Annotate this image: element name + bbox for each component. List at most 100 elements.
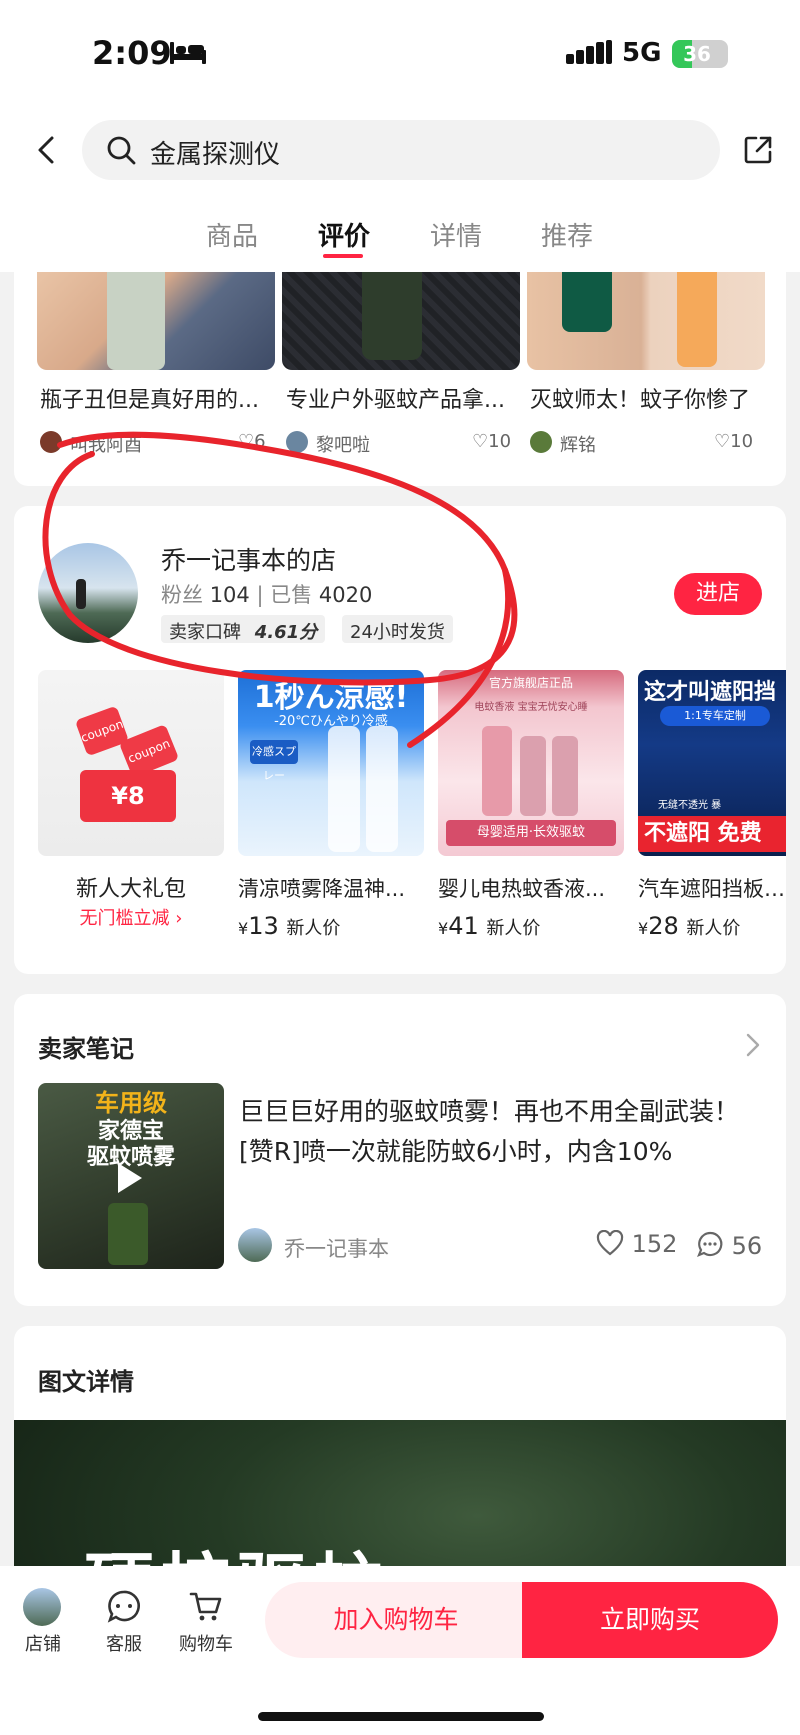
price-tag: 新人价: [686, 918, 741, 939]
home-indicator[interactable]: [258, 1712, 544, 1721]
product-bottle: [552, 736, 578, 816]
person-figure: [76, 579, 86, 609]
product-title-3[interactable]: 灭蚊师太！蚊子你惨了: [530, 382, 762, 414]
divider: |: [256, 583, 271, 607]
product-image-spray[interactable]: 1秒ん涼感! -20℃ひんやり冷感 冷感スプレー: [238, 670, 424, 856]
bottle-shape: [677, 272, 717, 367]
shop-label[interactable]: 店铺: [8, 1630, 78, 1656]
shop-product-title[interactable]: 汽车遮阳挡板防...: [638, 873, 786, 903]
banner-sub: 电蚊香液 宝宝无忧安心睡: [474, 702, 588, 713]
cart-icon: [189, 1592, 222, 1621]
shop-product-title[interactable]: 婴儿电热蚊香液...: [438, 873, 618, 903]
product-title-2[interactable]: 专业户外驱蚊产品拿...: [286, 382, 518, 414]
sold-count: 4020: [318, 583, 373, 607]
heart-icon: ♡: [238, 431, 255, 452]
network-type: 5G: [622, 38, 662, 68]
shop-product-title[interactable]: 清凉喷雾降温神...: [238, 873, 418, 903]
heart-icon: [596, 1229, 624, 1256]
shop-avatar-icon: [23, 1588, 61, 1626]
user-avatar: [530, 431, 552, 453]
tab-products[interactable]: 商品: [206, 216, 258, 253]
currency: ¥: [438, 919, 449, 938]
note-likes[interactable]: 152: [596, 1229, 678, 1258]
status-bar: 2:09 5G 36: [0, 0, 800, 100]
search-icon: [107, 136, 136, 165]
price-tag: 新人价: [286, 918, 341, 939]
product-likes-3: ♡10: [714, 431, 753, 452]
fans-label: 粉丝: [161, 583, 203, 607]
product-bottle: [520, 736, 546, 816]
enter-shop-button[interactable]: 进店: [674, 573, 762, 615]
chevron-right-icon: ›: [169, 908, 183, 929]
coupon-value: ¥8: [80, 770, 176, 822]
bottle-shape: [562, 272, 612, 332]
rating-tag: 卖家口碑 4.61分: [161, 615, 326, 643]
battery-percent: 36: [683, 42, 711, 66]
banner-small: 无缝不透光 暴: [658, 800, 722, 811]
note-author[interactable]: 乔一记事本: [284, 1233, 389, 1263]
spray-bottle: [328, 726, 360, 852]
tab-bar: 商品 评价 详情 推荐: [0, 208, 800, 268]
likes-count: 152: [631, 1230, 678, 1258]
shop-name[interactable]: 乔一记事本的店: [161, 541, 336, 577]
product-likes-1: ♡6: [238, 431, 266, 452]
chat-icon: [107, 1590, 140, 1623]
service-label[interactable]: 客服: [89, 1630, 159, 1656]
banner-bottom: 母婴适用·长效驱蚊: [446, 820, 616, 846]
bottle-shape: [107, 272, 165, 370]
product-image-mosquito-liquid[interactable]: 官方旗舰店正品 电蚊香液 宝宝无忧安心睡 母婴适用·长效驱蚊: [438, 670, 624, 856]
share-icon[interactable]: [742, 134, 774, 166]
comment-icon: [697, 1231, 723, 1257]
search-bar[interactable]: 金属探测仪: [82, 120, 720, 180]
sold-label: 已售: [270, 583, 313, 607]
coupon-tile[interactable]: coupon coupon ¥8: [38, 670, 224, 856]
gift-subtitle-text: 无门槛立减: [79, 908, 170, 929]
status-time: 2:09: [92, 34, 172, 72]
product-user-2: 黎吧啦: [316, 435, 370, 456]
shop-avatar[interactable]: [38, 543, 138, 643]
author-avatar: [238, 1228, 272, 1262]
buy-now-button[interactable]: 立即购买: [522, 1582, 778, 1658]
seller-notes-title: 卖家笔记: [38, 1035, 134, 1063]
banner-sub: 1:1专车定制: [660, 706, 770, 726]
spray-bottle: [366, 726, 398, 852]
product-thumb-2[interactable]: [282, 272, 520, 370]
cart-button[interactable]: [176, 1588, 236, 1628]
price-value: 28: [648, 912, 679, 940]
play-icon: [118, 1163, 142, 1193]
price-value: 41: [448, 912, 479, 940]
comments-count: 56: [731, 1232, 763, 1260]
product-image-sunshade[interactable]: 这才叫遮阳挡 1:1专车定制 无缝不透光 暴 不遮阳 免费: [638, 670, 786, 856]
bottle-shape: [362, 272, 422, 360]
note-text[interactable]: 巨巨巨好用的驱蚊喷雾！再也不用全副武装！[赞R]喷一次就能防蚊6小时，内含10%: [239, 1092, 759, 1172]
note-comments[interactable]: 56: [696, 1230, 762, 1260]
gift-title[interactable]: 新人大礼包: [38, 871, 224, 903]
shop-nav-button[interactable]: [12, 1588, 72, 1626]
tab-details[interactable]: 详情: [430, 216, 482, 253]
product-bottle: [108, 1203, 148, 1265]
service-button[interactable]: [94, 1588, 154, 1628]
review-products-card: 瓶子丑但是真好用的... 专业户外驱蚊产品拿... 灭蚊师太！蚊子你惨了 叫我阿…: [14, 272, 786, 486]
cart-label[interactable]: 购物车: [171, 1630, 241, 1656]
shop-stats: 粉丝 104 | 已售 4020: [161, 579, 372, 609]
gift-subtitle[interactable]: 无门槛立减 ›: [38, 904, 224, 930]
add-to-cart-button[interactable]: 加入购物车: [265, 1582, 527, 1658]
back-arrow-icon[interactable]: [30, 132, 66, 168]
likes-count: 6: [254, 431, 266, 452]
banner-top: 官方旗舰店正品: [488, 676, 573, 690]
user-avatar: [286, 431, 308, 453]
note-thumbnail[interactable]: 车用级 家德宝 驱蚊喷雾: [38, 1083, 224, 1269]
tab-reviews[interactable]: 评价: [318, 216, 370, 253]
likes-count: 10: [488, 431, 512, 452]
shipping-tag: 24小时发货: [342, 615, 453, 643]
chevron-right-icon[interactable]: [744, 1032, 762, 1058]
product-thumb-3[interactable]: [527, 272, 765, 370]
tab-recommend[interactable]: 推荐: [541, 216, 593, 253]
heart-icon: ♡: [472, 431, 489, 452]
spray-label: 冷感スプレー: [250, 740, 298, 782]
product-thumb-1[interactable]: [37, 272, 275, 370]
sleep-focus-icon: [170, 42, 206, 64]
product-title-1[interactable]: 瓶子丑但是真好用的...: [40, 382, 272, 414]
shop-product-price: ¥28 新人价: [638, 912, 740, 940]
price-tag: 新人价: [486, 918, 541, 939]
